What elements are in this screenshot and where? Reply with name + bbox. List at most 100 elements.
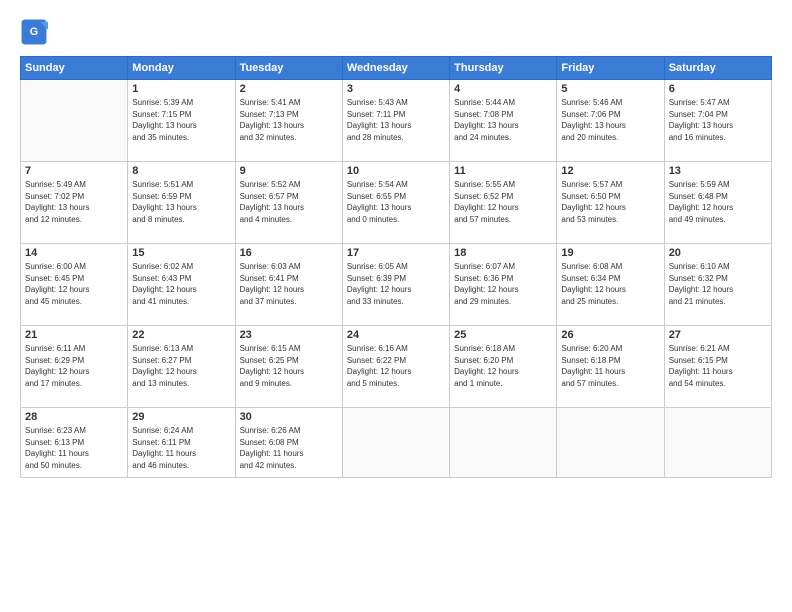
cell-content: Sunrise: 5:41 AM Sunset: 7:13 PM Dayligh… xyxy=(240,97,338,143)
logo-icon: G xyxy=(20,18,48,46)
calendar-cell: 11 Sunrise: 5:55 AM Sunset: 6:52 PM Dayli… xyxy=(450,162,557,244)
calendar-cell: 12 Sunrise: 5:57 AM Sunset: 6:50 PM Dayli… xyxy=(557,162,664,244)
day-number: 27 xyxy=(669,329,767,341)
calendar-cell xyxy=(21,80,128,162)
cell-content: Sunrise: 6:00 AM Sunset: 6:45 PM Dayligh… xyxy=(25,261,123,307)
cell-content: Sunrise: 6:07 AM Sunset: 6:36 PM Dayligh… xyxy=(454,261,552,307)
day-number: 20 xyxy=(669,247,767,259)
calendar-cell: 15 Sunrise: 6:02 AM Sunset: 6:43 PM Dayli… xyxy=(128,244,235,326)
cell-content: Sunrise: 6:16 AM Sunset: 6:22 PM Dayligh… xyxy=(347,343,445,389)
cell-content: Sunrise: 5:55 AM Sunset: 6:52 PM Dayligh… xyxy=(454,179,552,225)
calendar-cell: 1 Sunrise: 5:39 AM Sunset: 7:15 PM Daylig… xyxy=(128,80,235,162)
day-number: 12 xyxy=(561,165,659,177)
calendar-cell: 26 Sunrise: 6:20 AM Sunset: 6:18 PM Dayli… xyxy=(557,326,664,408)
calendar-cell: 17 Sunrise: 6:05 AM Sunset: 6:39 PM Dayli… xyxy=(342,244,449,326)
calendar-cell: 13 Sunrise: 5:59 AM Sunset: 6:48 PM Dayli… xyxy=(664,162,771,244)
calendar-cell: 19Sunrise: 6:08 AM Sunset: 6:34 PM Dayli… xyxy=(557,244,664,326)
day-number: 30 xyxy=(240,411,338,423)
cell-content: Sunrise: 5:59 AM Sunset: 6:48 PM Dayligh… xyxy=(669,179,767,225)
calendar-cell xyxy=(450,408,557,478)
day-number: 13 xyxy=(669,165,767,177)
week-row-3: 14 Sunrise: 6:00 AM Sunset: 6:45 PM Dayli… xyxy=(21,244,772,326)
cell-content: Sunrise: 6:10 AM Sunset: 6:32 PM Dayligh… xyxy=(669,261,767,307)
cell-content: Sunrise: 5:39 AM Sunset: 7:15 PM Dayligh… xyxy=(132,97,230,143)
calendar-cell: 22 Sunrise: 6:13 AM Sunset: 6:27 PM Dayli… xyxy=(128,326,235,408)
cell-content: Sunrise: 5:57 AM Sunset: 6:50 PM Dayligh… xyxy=(561,179,659,225)
day-number: 28 xyxy=(25,411,123,423)
cell-content: Sunrise: 6:13 AM Sunset: 6:27 PM Dayligh… xyxy=(132,343,230,389)
calendar-cell: 27 Sunrise: 6:21 AM Sunset: 6:15 PM Dayli… xyxy=(664,326,771,408)
calendar-body: 1 Sunrise: 5:39 AM Sunset: 7:15 PM Daylig… xyxy=(21,80,772,478)
svg-text:G: G xyxy=(30,26,38,38)
cell-content: Sunrise: 6:03 AM Sunset: 6:41 PM Dayligh… xyxy=(240,261,338,307)
day-number: 9 xyxy=(240,165,338,177)
header-friday: Friday xyxy=(557,57,664,80)
day-number: 2 xyxy=(240,83,338,95)
cell-content: Sunrise: 5:44 AM Sunset: 7:08 PM Dayligh… xyxy=(454,97,552,143)
day-number: 16 xyxy=(240,247,338,259)
week-row-5: 28 Sunrise: 6:23 AM Sunset: 6:13 PM Dayli… xyxy=(21,408,772,478)
calendar-cell: 18Sunrise: 6:07 AM Sunset: 6:36 PM Dayli… xyxy=(450,244,557,326)
cell-content: Sunrise: 6:23 AM Sunset: 6:13 PM Dayligh… xyxy=(25,425,123,471)
cell-content: Sunrise: 6:05 AM Sunset: 6:39 PM Dayligh… xyxy=(347,261,445,307)
calendar-cell: 21Sunrise: 6:11 AM Sunset: 6:29 PM Dayli… xyxy=(21,326,128,408)
header-saturday: Saturday xyxy=(664,57,771,80)
calendar-cell: 29 Sunrise: 6:24 AM Sunset: 6:11 PM Dayli… xyxy=(128,408,235,478)
day-number: 22 xyxy=(132,329,230,341)
day-number: 6 xyxy=(669,83,767,95)
calendar-cell: 6 Sunrise: 5:47 AM Sunset: 7:04 PM Daylig… xyxy=(664,80,771,162)
calendar-cell: 24 Sunrise: 6:16 AM Sunset: 6:22 PM Dayli… xyxy=(342,326,449,408)
day-number: 29 xyxy=(132,411,230,423)
cell-content: Sunrise: 6:02 AM Sunset: 6:43 PM Dayligh… xyxy=(132,261,230,307)
cell-content: Sunrise: 5:46 AM Sunset: 7:06 PM Dayligh… xyxy=(561,97,659,143)
cell-content: Sunrise: 6:08 AM Sunset: 6:34 PM Dayligh… xyxy=(561,261,659,307)
cell-content: Sunrise: 6:20 AM Sunset: 6:18 PM Dayligh… xyxy=(561,343,659,389)
calendar-cell: 8 Sunrise: 5:51 AM Sunset: 6:59 PM Daylig… xyxy=(128,162,235,244)
cell-content: Sunrise: 5:51 AM Sunset: 6:59 PM Dayligh… xyxy=(132,179,230,225)
day-number: 4 xyxy=(454,83,552,95)
calendar-cell: 10 Sunrise: 5:54 AM Sunset: 6:55 PM Dayli… xyxy=(342,162,449,244)
calendar-cell: 30 Sunrise: 6:26 AM Sunset: 6:08 PM Dayli… xyxy=(235,408,342,478)
day-number: 5 xyxy=(561,83,659,95)
cell-content: Sunrise: 6:21 AM Sunset: 6:15 PM Dayligh… xyxy=(669,343,767,389)
cell-content: Sunrise: 6:24 AM Sunset: 6:11 PM Dayligh… xyxy=(132,425,230,471)
day-number: 8 xyxy=(132,165,230,177)
week-row-2: 7Sunrise: 5:49 AM Sunset: 7:02 PM Daylig… xyxy=(21,162,772,244)
day-number: 7 xyxy=(25,165,123,177)
header-sunday: Sunday xyxy=(21,57,128,80)
cell-content: Sunrise: 5:47 AM Sunset: 7:04 PM Dayligh… xyxy=(669,97,767,143)
week-row-4: 21Sunrise: 6:11 AM Sunset: 6:29 PM Dayli… xyxy=(21,326,772,408)
cell-content: Sunrise: 5:54 AM Sunset: 6:55 PM Dayligh… xyxy=(347,179,445,225)
calendar-cell: 28 Sunrise: 6:23 AM Sunset: 6:13 PM Dayli… xyxy=(21,408,128,478)
cell-content: Sunrise: 6:26 AM Sunset: 6:08 PM Dayligh… xyxy=(240,425,338,471)
header-wednesday: Wednesday xyxy=(342,57,449,80)
header-thursday: Thursday xyxy=(450,57,557,80)
day-number: 21 xyxy=(25,329,123,341)
day-number: 24 xyxy=(347,329,445,341)
day-number: 1 xyxy=(132,83,230,95)
calendar-cell xyxy=(557,408,664,478)
header-tuesday: Tuesday xyxy=(235,57,342,80)
calendar-cell: 9 Sunrise: 5:52 AM Sunset: 6:57 PM Daylig… xyxy=(235,162,342,244)
calendar-cell xyxy=(664,408,771,478)
day-number: 26 xyxy=(561,329,659,341)
day-number: 11 xyxy=(454,165,552,177)
cell-content: Sunrise: 6:15 AM Sunset: 6:25 PM Dayligh… xyxy=(240,343,338,389)
header-monday: Monday xyxy=(128,57,235,80)
day-number: 3 xyxy=(347,83,445,95)
day-number: 23 xyxy=(240,329,338,341)
calendar-cell: 2 Sunrise: 5:41 AM Sunset: 7:13 PM Daylig… xyxy=(235,80,342,162)
cell-content: Sunrise: 6:18 AM Sunset: 6:20 PM Dayligh… xyxy=(454,343,552,389)
day-number: 14 xyxy=(25,247,123,259)
calendar-cell: 20 Sunrise: 6:10 AM Sunset: 6:32 PM Dayli… xyxy=(664,244,771,326)
day-number: 17 xyxy=(347,247,445,259)
calendar-cell: 16 Sunrise: 6:03 AM Sunset: 6:41 PM Dayli… xyxy=(235,244,342,326)
calendar-header-row: SundayMondayTuesdayWednesdayThursdayFrid… xyxy=(21,57,772,80)
day-number: 15 xyxy=(132,247,230,259)
calendar-cell xyxy=(342,408,449,478)
calendar-cell: 23 Sunrise: 6:15 AM Sunset: 6:25 PM Dayli… xyxy=(235,326,342,408)
cell-content: Sunrise: 5:43 AM Sunset: 7:11 PM Dayligh… xyxy=(347,97,445,143)
day-number: 10 xyxy=(347,165,445,177)
calendar-cell: 3 Sunrise: 5:43 AM Sunset: 7:11 PM Daylig… xyxy=(342,80,449,162)
cell-content: Sunrise: 5:52 AM Sunset: 6:57 PM Dayligh… xyxy=(240,179,338,225)
